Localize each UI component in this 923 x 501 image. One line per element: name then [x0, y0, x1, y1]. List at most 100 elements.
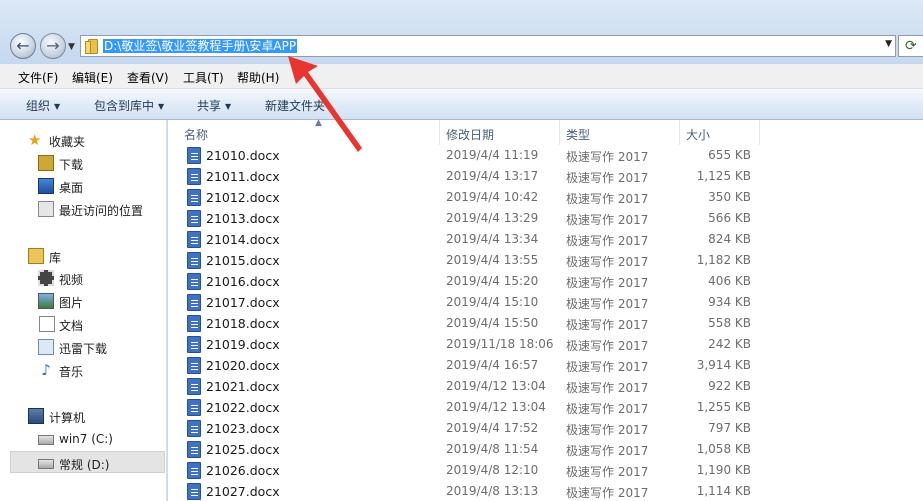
chevron-down-icon: ▼	[54, 102, 61, 111]
docx-file-icon	[187, 336, 201, 353]
table-row[interactable]: 21013.docx 2019/4/4 13:29 极速写作 2017 566 KB	[168, 208, 923, 229]
file-type: 极速写作 2017	[566, 318, 649, 332]
file-modified: 2019/4/4 13:29	[446, 211, 539, 225]
nav-music[interactable]: ♪ 音乐	[0, 359, 166, 381]
address-input[interactable]: D:\敬业签\敬业签教程手册\安卓APP ▼	[80, 35, 896, 57]
docx-file-icon	[187, 210, 201, 227]
file-name: 21018.docx	[206, 316, 280, 331]
table-row[interactable]: 21021.docx 2019/4/12 13:04 极速写作 2017 922 KB	[168, 376, 923, 397]
docx-file-icon	[187, 357, 201, 374]
file-size: 1,114 KB	[696, 484, 751, 498]
file-size: 1,058 KB	[696, 442, 751, 456]
menu-help[interactable]: 帮助(H)	[237, 69, 279, 86]
table-row[interactable]: 21015.docx 2019/4/4 13:55 极速写作 2017 1,182 K…	[168, 250, 923, 271]
table-row[interactable]: 21016.docx 2019/4/4 15:20 极速写作 2017 406 KB	[168, 271, 923, 292]
file-name: 21014.docx	[206, 232, 280, 247]
docx-file-icon	[187, 483, 201, 500]
document-icon	[39, 316, 55, 332]
nav-drive-c[interactable]: win7 (C:)	[0, 428, 166, 450]
file-modified: 2019/4/4 16:57	[446, 358, 539, 372]
file-name: 21015.docx	[206, 253, 280, 268]
table-row[interactable]: 21023.docx 2019/4/4 17:52 极速写作 2017 797 KB	[168, 418, 923, 439]
nav-favorites[interactable]: ★ 收藏夹	[0, 129, 166, 151]
sort-ascending-icon: ▲	[315, 118, 322, 128]
file-size: 1,182 KB	[696, 253, 751, 267]
menu-view[interactable]: 查看(V)	[127, 69, 169, 86]
nav-desktop[interactable]: 桌面	[0, 175, 166, 197]
table-row[interactable]: 21020.docx 2019/4/4 16:57 极速写作 2017 3,914 K…	[168, 355, 923, 376]
menu-file[interactable]: 文件(F)	[18, 69, 58, 86]
column-modified[interactable]: 修改日期	[440, 120, 560, 145]
docx-file-icon	[187, 315, 201, 332]
file-type: 极速写作 2017	[566, 192, 649, 206]
nav-pictures[interactable]: 图片	[0, 290, 166, 312]
table-row[interactable]: 21022.docx 2019/4/12 13:04 极速写作 2017 1,255 …	[168, 397, 923, 418]
table-row[interactable]: 21026.docx 2019/4/8 12:10 极速写作 2017 1,190 K…	[168, 460, 923, 481]
file-modified: 2019/4/4 13:55	[446, 253, 539, 267]
recent-pages-dropdown-icon[interactable]: ▼	[68, 42, 75, 52]
file-modified: 2019/4/4 15:10	[446, 295, 539, 309]
table-row[interactable]: 21011.docx 2019/4/4 13:17 极速写作 2017 1,125 K…	[168, 166, 923, 187]
refresh-button[interactable]: ⟳	[898, 35, 923, 57]
file-size: 350 KB	[708, 190, 751, 204]
nav-label: 图片	[59, 296, 84, 310]
table-row[interactable]: 21017.docx 2019/4/4 15:10 极速写作 2017 934 KB	[168, 292, 923, 313]
file-type: 极速写作 2017	[566, 234, 649, 248]
organize-button[interactable]: 组织 ▼	[26, 97, 60, 114]
table-row[interactable]: 21012.docx 2019/4/4 10:42 极速写作 2017 350 KB	[168, 187, 923, 208]
file-size: 558 KB	[708, 316, 751, 330]
menu-bar: 文件(F) 编辑(E) 查看(V) 工具(T) 帮助(H)	[0, 64, 923, 89]
column-type[interactable]: 类型	[560, 120, 680, 145]
new-folder-button[interactable]: 新建文件夹	[265, 97, 325, 114]
nav-xunlei-downloads[interactable]: 迅雷下载	[0, 336, 166, 358]
include-library-button[interactable]: 包含到库中 ▼	[94, 97, 164, 114]
table-row[interactable]: 21025.docx 2019/4/8 11:54 极速写作 2017 1,058 K…	[168, 439, 923, 460]
table-row[interactable]: 21027.docx 2019/4/8 13:13 极速写作 2017 1,114 K…	[168, 481, 923, 501]
table-row[interactable]: 21014.docx 2019/4/4 13:34 极速写作 2017 824 KB	[168, 229, 923, 250]
nav-recent-places[interactable]: 最近访问的位置	[0, 198, 166, 220]
nav-label: 库	[49, 251, 62, 265]
picture-icon	[38, 293, 54, 309]
table-row[interactable]: 21018.docx 2019/4/4 15:50 极速写作 2017 558 KB	[168, 313, 923, 334]
nav-downloads[interactable]: 下载	[0, 152, 166, 174]
address-dropdown-icon[interactable]: ▼	[885, 39, 892, 49]
address-path[interactable]: D:\敬业签\敬业签教程手册\安卓APP	[103, 39, 298, 53]
column-size[interactable]: 大小	[680, 120, 760, 145]
nav-computer[interactable]: 计算机	[0, 405, 166, 427]
file-name: 21021.docx	[206, 379, 280, 394]
nav-videos[interactable]: 视频	[0, 267, 166, 289]
docx-file-icon	[187, 378, 201, 395]
forward-button[interactable]: →	[40, 33, 66, 59]
nav-label: 音乐	[59, 365, 84, 379]
column-name[interactable]: 名称 ▲	[178, 118, 440, 145]
file-modified: 2019/11/18 18:06	[446, 337, 554, 351]
back-button[interactable]: ←	[10, 33, 36, 59]
star-icon: ★	[28, 131, 42, 149]
menu-edit[interactable]: 编辑(E)	[72, 69, 113, 86]
file-modified: 2019/4/4 17:52	[446, 421, 539, 435]
nav-label: 最近访问的位置	[59, 204, 144, 218]
file-name: 21017.docx	[206, 295, 280, 310]
file-type: 极速写作 2017	[566, 339, 649, 353]
table-row[interactable]: 21019.docx 2019/11/18 18:06 极速写作 2017 242 K…	[168, 334, 923, 355]
docx-file-icon	[187, 399, 201, 416]
nav-drive-d[interactable]: 常规 (D:)	[10, 451, 165, 473]
file-name: 21016.docx	[206, 274, 280, 289]
file-modified: 2019/4/4 11:19	[446, 148, 539, 162]
file-name: 21010.docx	[206, 148, 280, 163]
share-button[interactable]: 共享 ▼	[197, 97, 231, 114]
file-size: 566 KB	[708, 211, 751, 225]
file-modified: 2019/4/12 13:04	[446, 379, 546, 393]
docx-file-icon	[187, 189, 201, 206]
nav-label: 收藏夹	[49, 135, 86, 149]
share-label: 共享	[197, 99, 222, 113]
file-type: 极速写作 2017	[566, 171, 649, 185]
nav-documents[interactable]: 文档	[0, 313, 166, 335]
table-row[interactable]: 21010.docx 2019/4/4 11:19 极速写作 2017 655 KB	[168, 145, 923, 166]
menu-tools[interactable]: 工具(T)	[183, 69, 224, 86]
docx-file-icon	[187, 273, 201, 290]
file-name: 21019.docx	[206, 337, 280, 352]
nav-label: 计算机	[49, 411, 86, 425]
file-name: 21025.docx	[206, 442, 280, 457]
nav-libraries[interactable]: 库	[0, 245, 166, 267]
